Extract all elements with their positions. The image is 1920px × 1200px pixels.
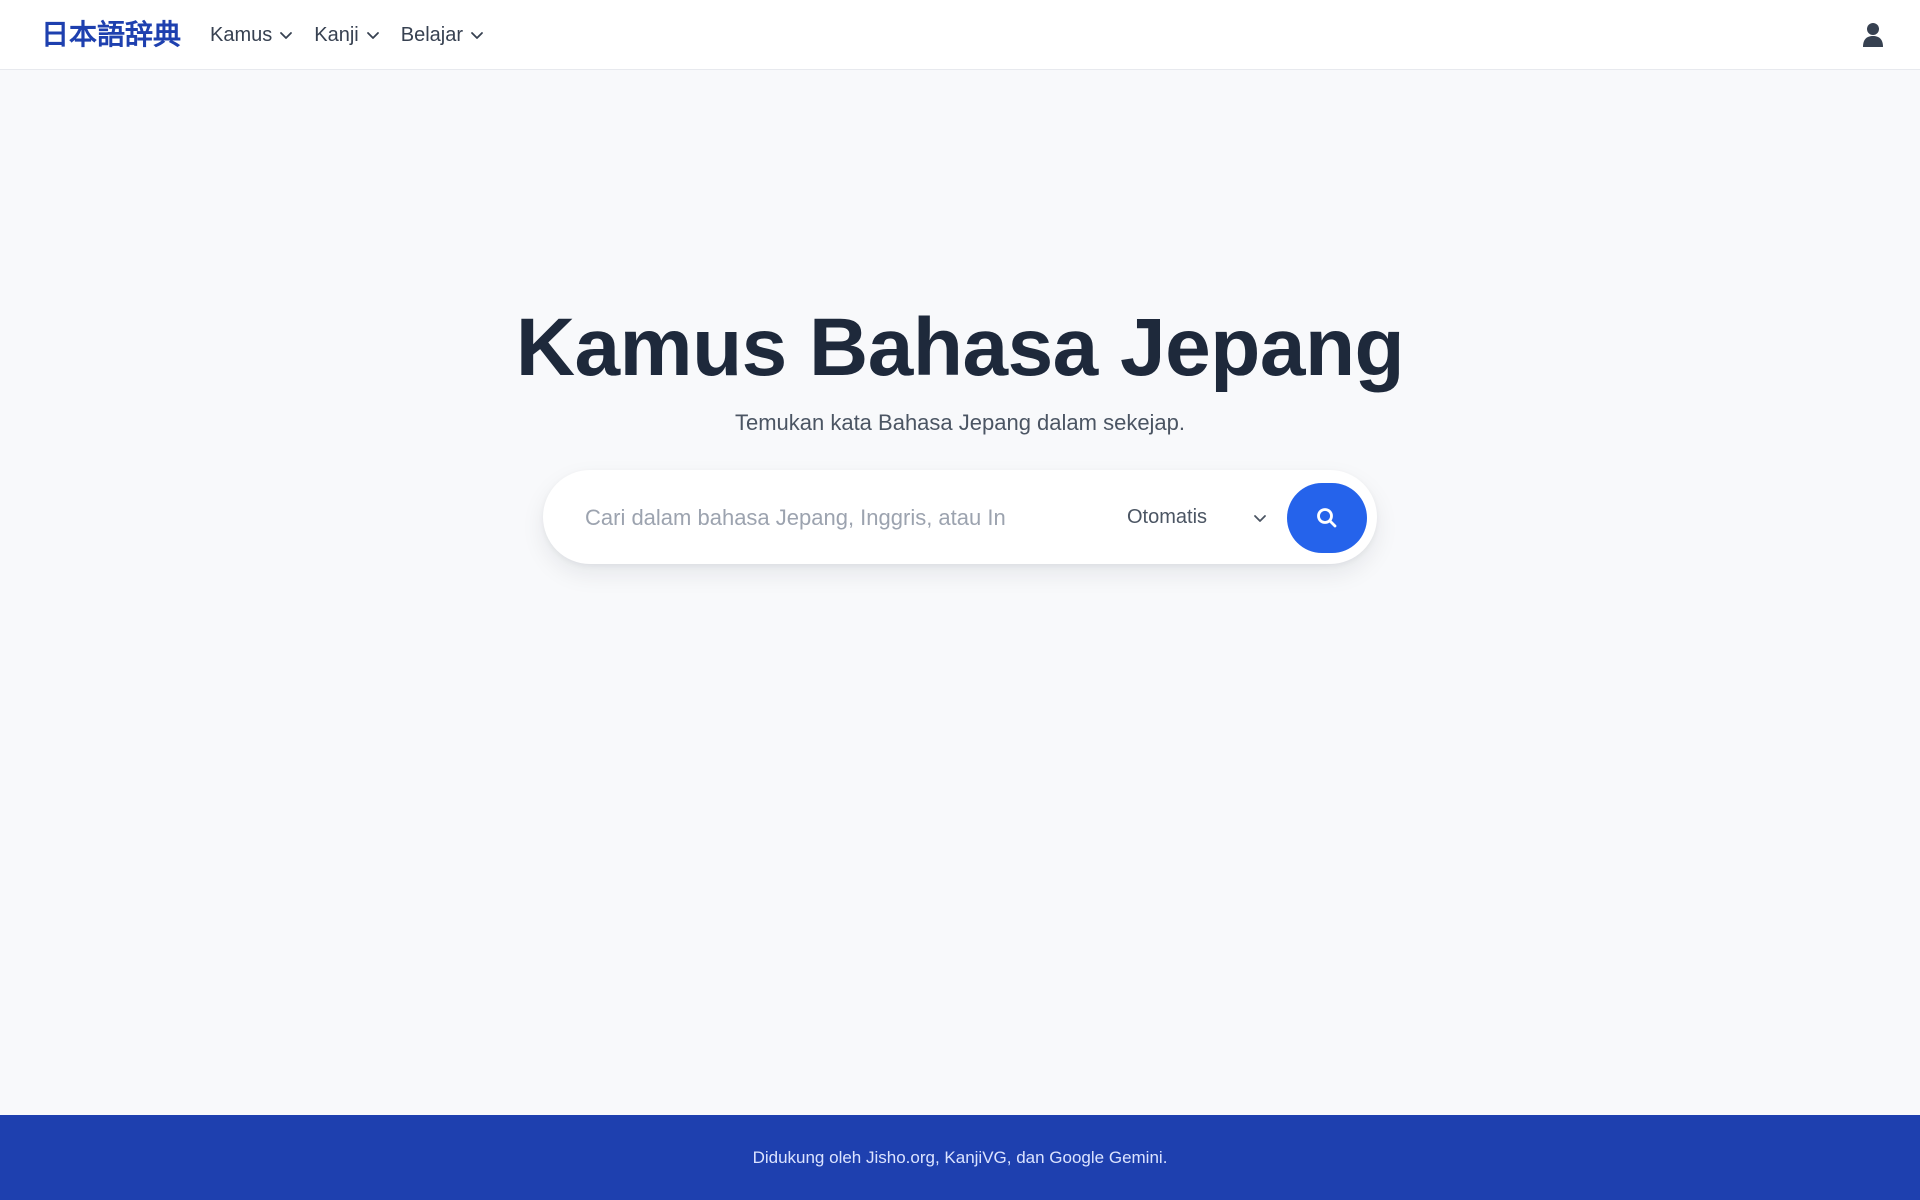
page-subtitle: Temukan kata Bahasa Jepang dalam sekejap… [734, 410, 1186, 435]
nav-item-kamus[interactable]: Kamus [210, 24, 294, 47]
user-account-button[interactable] [1856, 18, 1890, 52]
main-nav: Kamus Kanji Belajar [210, 20, 505, 50]
site-footer: Didukung oleh Jisho.org, KanjiVG, dan Go… [0, 1115, 1920, 1200]
search-button[interactable] [1287, 483, 1367, 553]
chevron-down-icon [280, 32, 293, 39]
nav-item-label: Belajar [400, 23, 463, 46]
search-bar: Otomatis [543, 470, 1377, 564]
nav-item-label: Kamus [210, 23, 273, 46]
page-title: Kamus Bahasa Jepang [515, 302, 1405, 393]
nav-item-label: Kanji [314, 23, 359, 46]
search-icon [1317, 508, 1337, 528]
nav-item-kanji[interactable]: Kanji [314, 24, 380, 47]
footer-credits: Didukung oleh Jisho.org, KanjiVG, dan Go… [752, 1147, 1168, 1167]
site-logo[interactable]: 日本語辞典 [41, 16, 181, 54]
search-mode-select[interactable]: Otomatis [1127, 494, 1277, 540]
search-input[interactable] [583, 494, 1047, 542]
page: 日本語辞典 Kamus Kanji Belajar Kamus Bahasa J… [0, 0, 1920, 1200]
chevron-down-icon [471, 32, 483, 39]
chevron-down-icon [366, 32, 379, 39]
user-icon [1863, 23, 1883, 47]
search-mode-value: Otomatis [1127, 505, 1208, 528]
top-navbar: 日本語辞典 Kamus Kanji Belajar [0, 0, 1920, 70]
nav-item-belajar[interactable]: Belajar [401, 24, 485, 47]
chevron-down-icon [1254, 515, 1266, 522]
